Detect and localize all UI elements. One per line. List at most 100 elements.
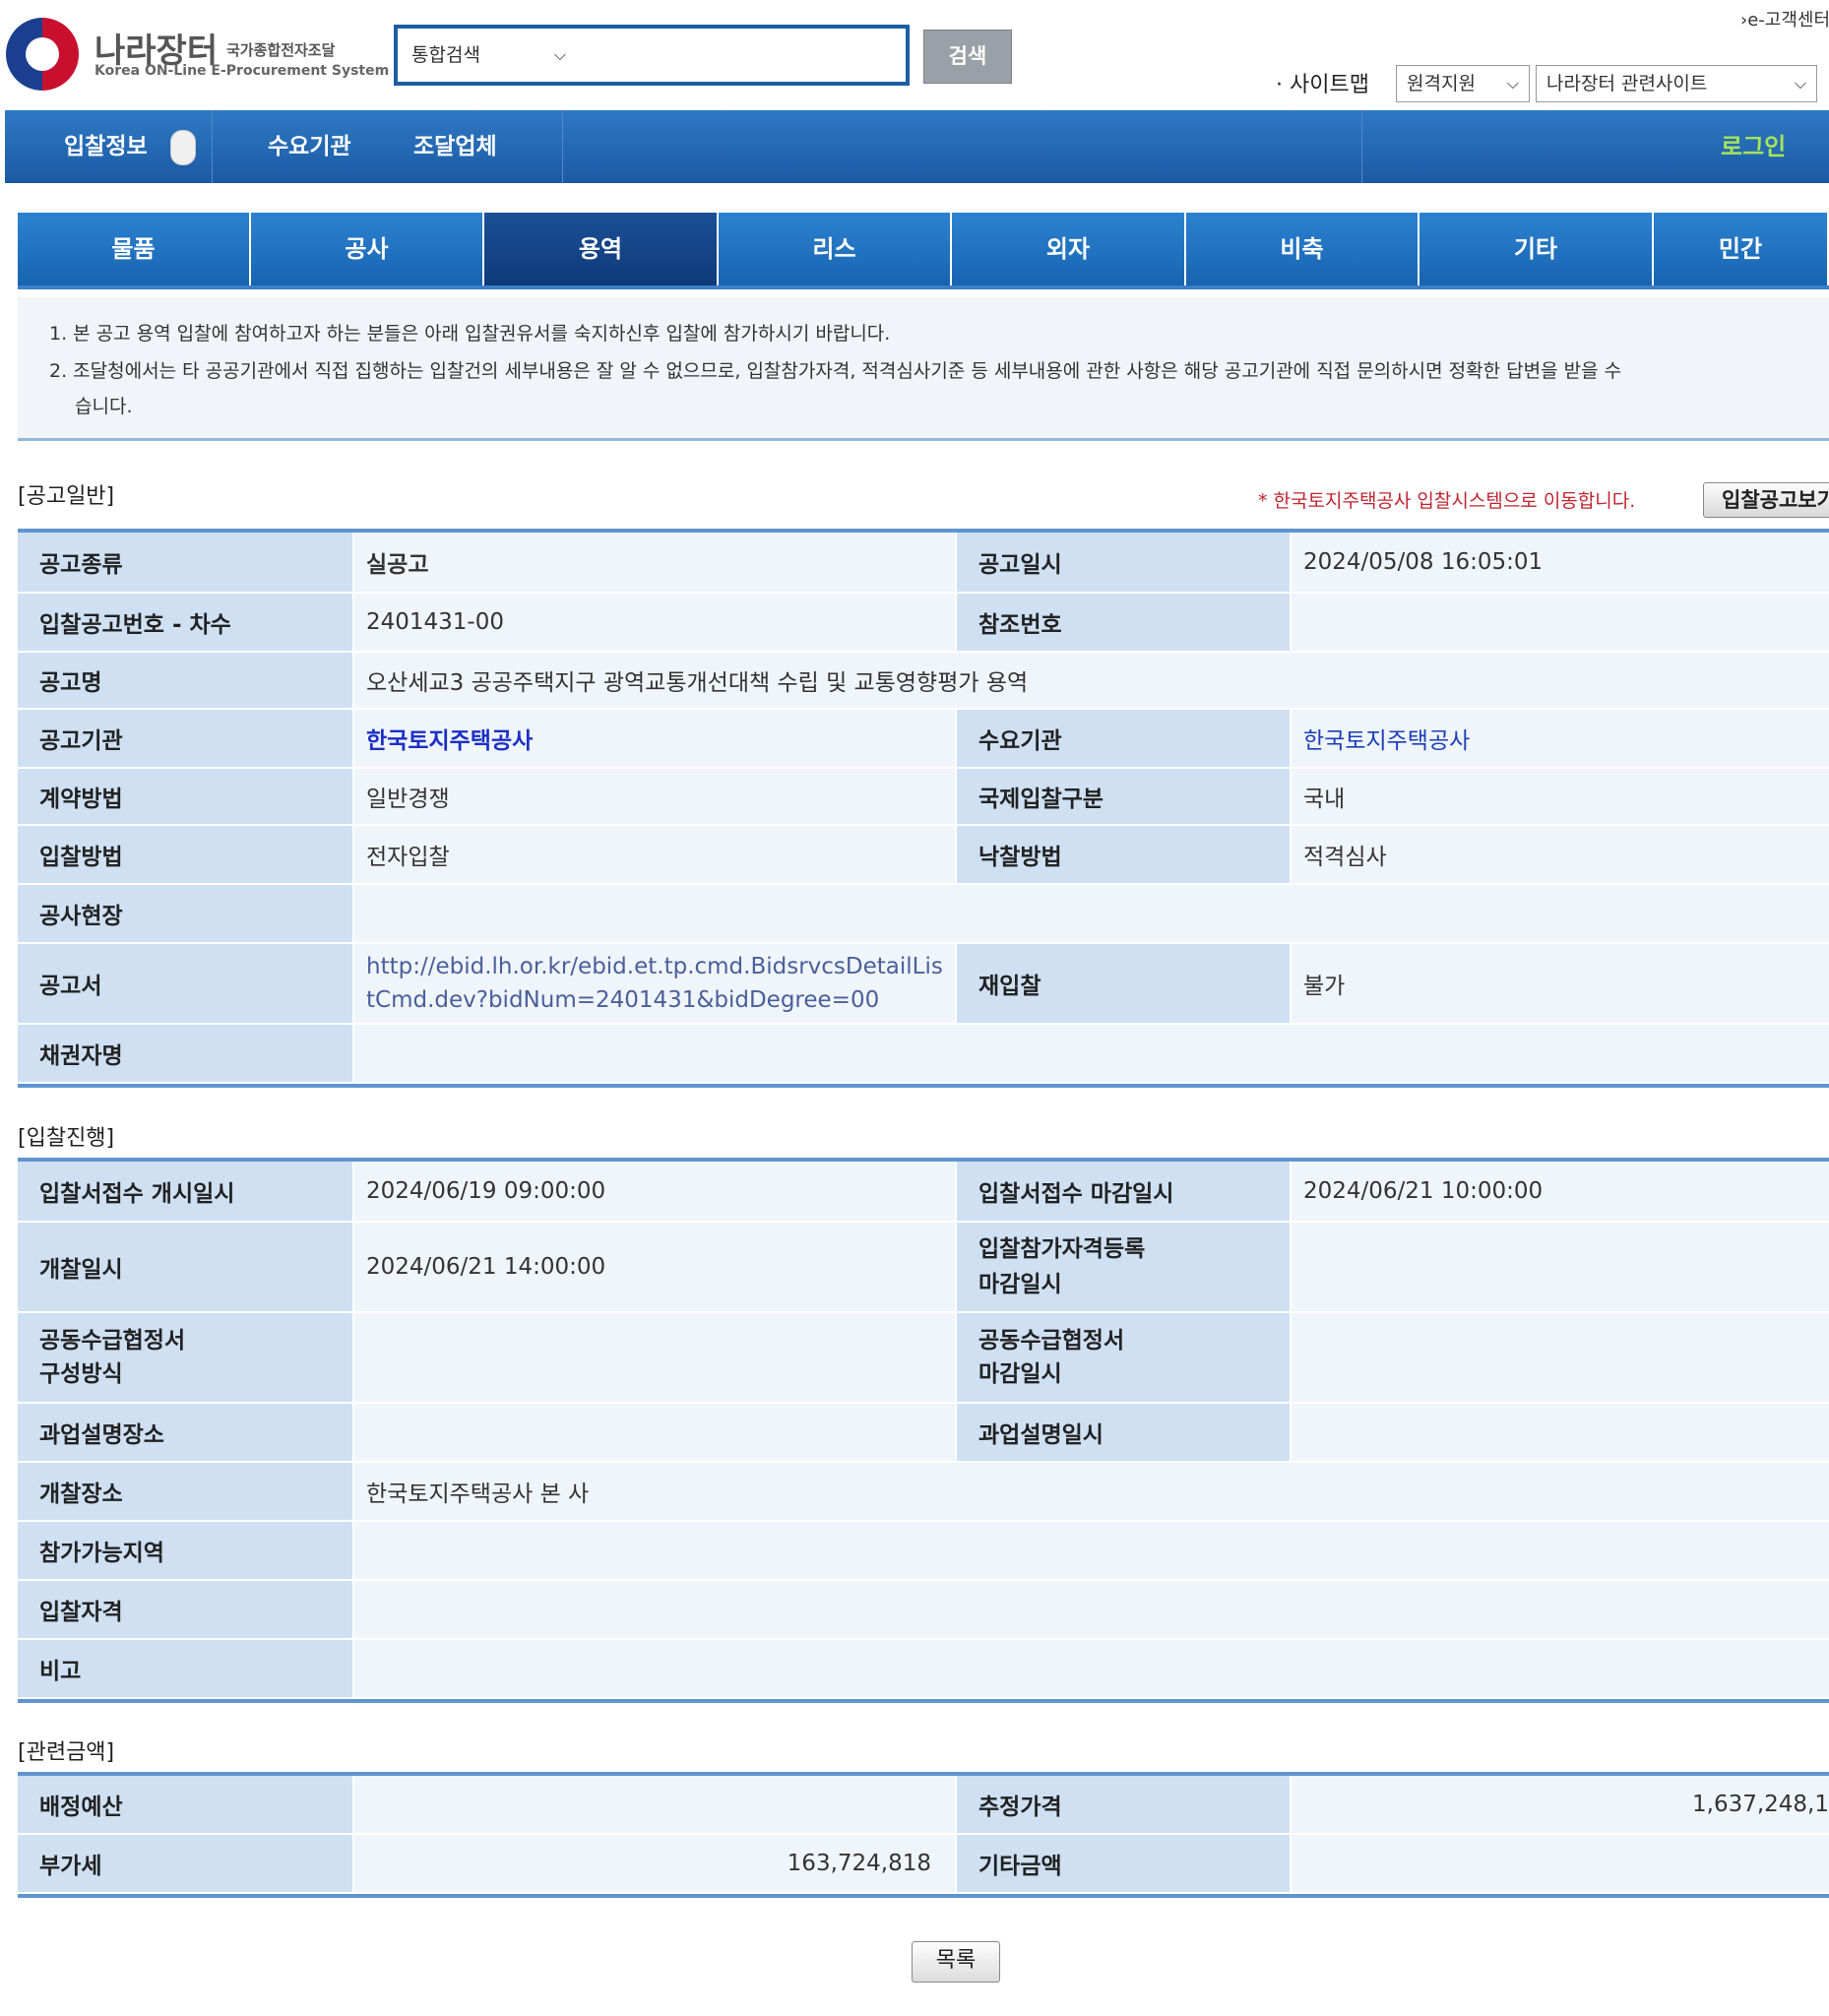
field-label-line: 공동수급협정서 xyxy=(39,1328,186,1354)
field-value xyxy=(1292,1313,1829,1402)
field-label-line: 마감일시 xyxy=(978,1272,1062,1297)
field-label: 입찰참가자격등록 마감일시 xyxy=(957,1223,1290,1311)
notice-line-2: 2. 조달청에서는 타 공공기관에서 직접 집행하는 입찰건의 세부내용은 잘 … xyxy=(49,360,1622,382)
field-label: 입찰서접수 마감일시 xyxy=(957,1162,1290,1221)
tab-lease[interactable]: 리스 xyxy=(719,213,952,285)
field-value xyxy=(354,1522,1829,1579)
field-value: 1,637,248,1 xyxy=(1292,1776,1829,1833)
field-label-line: 마감일시 xyxy=(978,1361,1062,1387)
tab-foreign[interactable]: 외자 xyxy=(952,213,1186,285)
related-sites-value: 나라장터 관련사이트 xyxy=(1546,73,1708,94)
table-row: 공동수급협정서 구성방식 공동수급협정서 마감일시 xyxy=(18,1313,1829,1404)
notice-document-link[interactable]: http://ebid.lh.or.kr/ebid.et.tp.cmd.Bids… xyxy=(354,944,955,1023)
mouse-icon xyxy=(170,130,196,165)
list-button[interactable]: 목록 xyxy=(912,1941,1000,1983)
logo-english: Korea ON-Line E-Procurement System xyxy=(95,63,390,79)
field-value: 오산세교3 공공주택지구 광역교통개선대책 수립 및 교통영향평가 용역 xyxy=(354,653,1829,708)
logo-subtitle: 국가종합전자조달 xyxy=(226,41,336,59)
table-row: 공고서 http://ebid.lh.or.kr/ebid.et.tp.cmd.… xyxy=(18,944,1829,1025)
field-label: 공사현장 xyxy=(18,885,352,942)
nav-segment xyxy=(562,110,1362,183)
field-label: 입찰방법 xyxy=(18,826,352,883)
table-row: 개찰장소 한국토지주택공사 본 사 xyxy=(18,1463,1829,1522)
tab-services[interactable]: 용역 xyxy=(484,213,719,285)
search-category-select[interactable]: 통합검색 ⌵ xyxy=(406,38,574,72)
field-label: 입찰자격 xyxy=(18,1581,352,1638)
field-label-line: 구성방식 xyxy=(39,1361,123,1387)
section-title-amounts: [관련금액] xyxy=(18,1740,115,1765)
field-value: 2024/05/08 16:05:01 xyxy=(1292,533,1829,592)
field-value xyxy=(354,1581,1829,1638)
field-value xyxy=(1292,1835,1829,1892)
field-value xyxy=(354,1025,1829,1082)
field-label: 공고일시 xyxy=(957,533,1290,592)
demand-agency-link[interactable]: 한국토지주택공사 xyxy=(1292,710,1829,767)
field-label: 재입찰 xyxy=(957,944,1290,1023)
table-row: 공고명 오산세교3 공공주택지구 광역교통개선대책 수립 및 교통영향평가 용역 xyxy=(18,653,1829,710)
nav-segment xyxy=(212,110,563,183)
table-row: 배정예산 추정가격 1,637,248,1 xyxy=(18,1776,1829,1835)
search-button[interactable]: 검색 xyxy=(923,30,1012,84)
field-label: 참가가능지역 xyxy=(18,1522,352,1579)
field-value: 163,724,818 xyxy=(354,1835,955,1892)
sitemap-link[interactable]: · 사이트맵 xyxy=(1276,67,1369,98)
login-button[interactable]: 로그인 xyxy=(1721,110,1786,183)
field-label: 개찰장소 xyxy=(18,1463,352,1520)
field-label: 참조번호 xyxy=(957,594,1290,651)
bid-progress-table: 입찰서접수 개시일시 2024/06/19 09:00:00 입찰서접수 마감일… xyxy=(18,1158,1829,1703)
remote-support-select[interactable]: 원격지원 ⌵ xyxy=(1396,65,1530,102)
chevron-down-icon: ⌵ xyxy=(1506,74,1519,93)
category-tabs: 물품 공사 용역 리스 외자 비축 기타 민간 xyxy=(18,213,1829,285)
tab-construction[interactable]: 공사 xyxy=(251,213,484,285)
field-value: 일반경쟁 xyxy=(354,769,955,824)
table-row: 채권자명 xyxy=(18,1025,1829,1084)
field-label: 추정가격 xyxy=(957,1776,1290,1833)
table-row: 부가세 163,724,818 기타금액 xyxy=(18,1835,1829,1894)
notice-line-1: 1. 본 공고 용역 입찰에 참여하고자 하는 분들은 아래 입찰권유서를 숙지… xyxy=(49,323,891,345)
notice-box: 1. 본 공고 용역 입찰에 참여하고자 하는 분들은 아래 입찰권유서를 숙지… xyxy=(18,297,1829,441)
field-value xyxy=(354,885,1829,942)
customer-center-link[interactable]: ›e-고객센터 xyxy=(1740,6,1829,32)
field-label: 입찰서접수 개시일시 xyxy=(18,1162,352,1221)
field-value xyxy=(354,1640,1829,1697)
nav-bid-info[interactable]: 입찰정보 xyxy=(64,110,148,183)
related-sites-select[interactable]: 나라장터 관련사이트 ⌵ xyxy=(1536,65,1817,102)
field-value: 국내 xyxy=(1292,769,1829,824)
table-row: 계약방법 일반경쟁 국제입찰구분 국내 xyxy=(18,769,1829,826)
field-label: 국제입찰구분 xyxy=(957,769,1290,824)
search-input[interactable] xyxy=(575,36,894,76)
agency-link[interactable]: 한국토지주택공사 xyxy=(354,710,955,767)
tabs-underline xyxy=(18,285,1829,289)
redirect-note: * 한국토지주택공사 입찰시스템으로 이동합니다. xyxy=(1258,490,1636,512)
field-label: 채권자명 xyxy=(18,1025,352,1082)
field-label: 수요기관 xyxy=(957,710,1290,767)
table-row: 입찰자격 xyxy=(18,1581,1829,1640)
view-bid-notice-button[interactable]: 입찰공고보기 xyxy=(1703,482,1829,518)
field-label: 과업설명일시 xyxy=(957,1404,1290,1461)
search-category-value: 통합검색 xyxy=(411,44,480,66)
field-label: 공고종류 xyxy=(18,533,352,592)
field-label: 공고서 xyxy=(18,944,352,1023)
field-label: 공고기관 xyxy=(18,710,352,767)
field-value xyxy=(354,1404,955,1461)
table-row: 공고기관 한국토지주택공사 수요기관 한국토지주택공사 xyxy=(18,710,1829,769)
top-navigation: 입찰정보 수요기관 조달업체 로그인 xyxy=(5,110,1829,183)
field-value: 2024/06/21 10:00:00 xyxy=(1292,1162,1829,1221)
table-row: 비고 xyxy=(18,1640,1829,1699)
field-value: 적격심사 xyxy=(1292,826,1829,883)
field-value xyxy=(354,1313,955,1402)
tab-goods[interactable]: 물품 xyxy=(18,213,251,285)
field-label: 계약방법 xyxy=(18,769,352,824)
field-label: 배정예산 xyxy=(18,1776,352,1833)
tab-other[interactable]: 기타 xyxy=(1419,213,1654,285)
amounts-table: 배정예산 추정가격 1,637,248,1 부가세 163,724,818 기타… xyxy=(18,1772,1829,1898)
tab-stockpile[interactable]: 비축 xyxy=(1186,213,1419,285)
field-value: 실공고 xyxy=(354,533,955,592)
search-box: 통합검색 ⌵ xyxy=(394,25,910,86)
table-row: 개찰일시 2024/06/21 14:00:00 입찰참가자격등록 마감일시 xyxy=(18,1223,1829,1313)
tab-private[interactable]: 민간 xyxy=(1654,213,1829,285)
logo-icon[interactable] xyxy=(6,18,79,91)
notice-line-3: 습니다. xyxy=(75,396,133,417)
field-value: 2024/06/19 09:00:00 xyxy=(354,1162,955,1221)
field-label: 낙찰방법 xyxy=(957,826,1290,883)
